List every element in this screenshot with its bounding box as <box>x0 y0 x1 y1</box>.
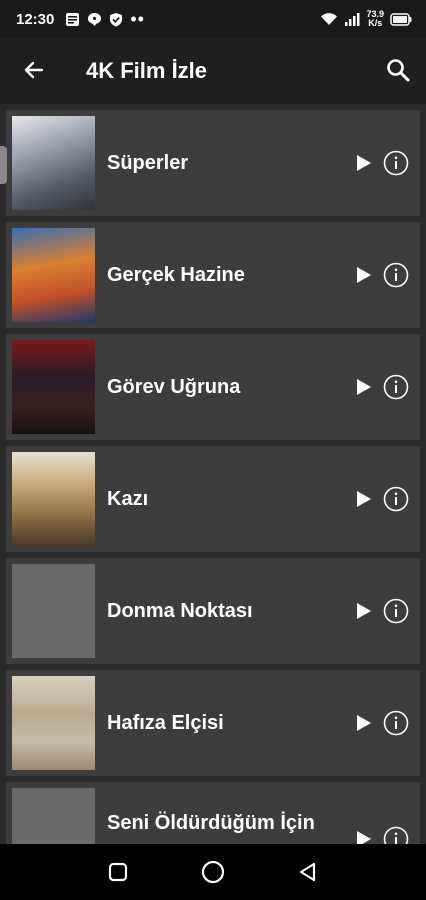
movie-title[interactable]: Kazı <box>107 488 148 511</box>
circle-home-icon <box>201 860 225 884</box>
more-notifications-dots: •• <box>130 9 145 29</box>
net-speed-indicator: 73.9 K/s <box>366 10 384 28</box>
status-bar: 12:30 •• 73.9 K/s <box>0 0 426 38</box>
search-button[interactable] <box>380 52 416 88</box>
info-icon[interactable] <box>383 710 409 736</box>
search-icon <box>387 59 410 82</box>
movie-poster[interactable] <box>12 116 95 210</box>
wifi-icon <box>321 13 338 25</box>
movie-card[interactable]: Görev Uğruna <box>6 334 420 440</box>
info-icon[interactable] <box>383 262 409 288</box>
square-recents-icon <box>108 862 127 882</box>
gallery-notification-icon <box>66 12 80 26</box>
movie-title[interactable]: Hafıza Elçisi <box>107 712 224 735</box>
play-icon[interactable] <box>352 264 374 286</box>
movie-poster[interactable] <box>12 452 95 546</box>
info-icon[interactable] <box>383 374 409 400</box>
movie-title[interactable]: Seni Öldürdüğüm İçin <box>107 812 315 835</box>
signal-icon <box>345 13 360 26</box>
info-icon[interactable] <box>383 150 409 176</box>
play-icon[interactable] <box>352 152 374 174</box>
nav-back-button[interactable] <box>293 857 323 887</box>
play-icon[interactable] <box>352 376 374 398</box>
shield-notification-icon <box>110 12 123 26</box>
movie-card[interactable]: Donma Noktası <box>6 558 420 664</box>
play-icon[interactable] <box>352 600 374 622</box>
movie-poster[interactable] <box>12 564 95 658</box>
movie-card[interactable]: Gerçek Hazine <box>6 222 420 328</box>
info-icon[interactable] <box>383 486 409 512</box>
movie-poster[interactable] <box>12 340 95 434</box>
movie-list[interactable]: Süperler Gerçek Hazine Görev Uğruna Kazı… <box>0 104 426 844</box>
chat-notification-icon <box>88 12 102 26</box>
battery-icon <box>390 12 412 26</box>
movie-title[interactable]: Süperler <box>107 152 188 175</box>
net-speed-unit: K/s <box>368 18 383 28</box>
back-button[interactable] <box>18 54 50 86</box>
play-icon[interactable] <box>352 828 374 844</box>
info-icon[interactable] <box>383 598 409 624</box>
scroll-handle[interactable] <box>0 146 7 184</box>
home-button[interactable] <box>198 857 228 887</box>
info-icon[interactable] <box>383 826 409 844</box>
movie-card[interactable]: Hafıza Elçisi <box>6 670 420 776</box>
system-navigation-bar <box>0 844 426 900</box>
movie-poster[interactable] <box>12 228 95 322</box>
movie-poster[interactable] <box>12 788 95 844</box>
recents-button[interactable] <box>103 857 133 887</box>
movie-poster[interactable] <box>12 676 95 770</box>
app-bar: 4K Film İzle <box>0 38 426 104</box>
movie-card[interactable]: Süperler <box>6 110 420 216</box>
arrow-left-icon <box>24 61 44 79</box>
movie-card[interactable]: Seni Öldürdüğüm İçin <box>6 782 420 844</box>
play-icon[interactable] <box>352 488 374 510</box>
movie-card[interactable]: Kazı <box>6 446 420 552</box>
movie-title[interactable]: Görev Uğruna <box>107 376 240 399</box>
status-time: 12:30 <box>16 10 55 28</box>
page-title: 4K Film İzle <box>86 58 208 83</box>
movie-title[interactable]: Gerçek Hazine <box>107 264 245 287</box>
movie-title[interactable]: Donma Noktası <box>107 600 253 623</box>
triangle-back-icon <box>300 862 316 882</box>
play-icon[interactable] <box>352 712 374 734</box>
